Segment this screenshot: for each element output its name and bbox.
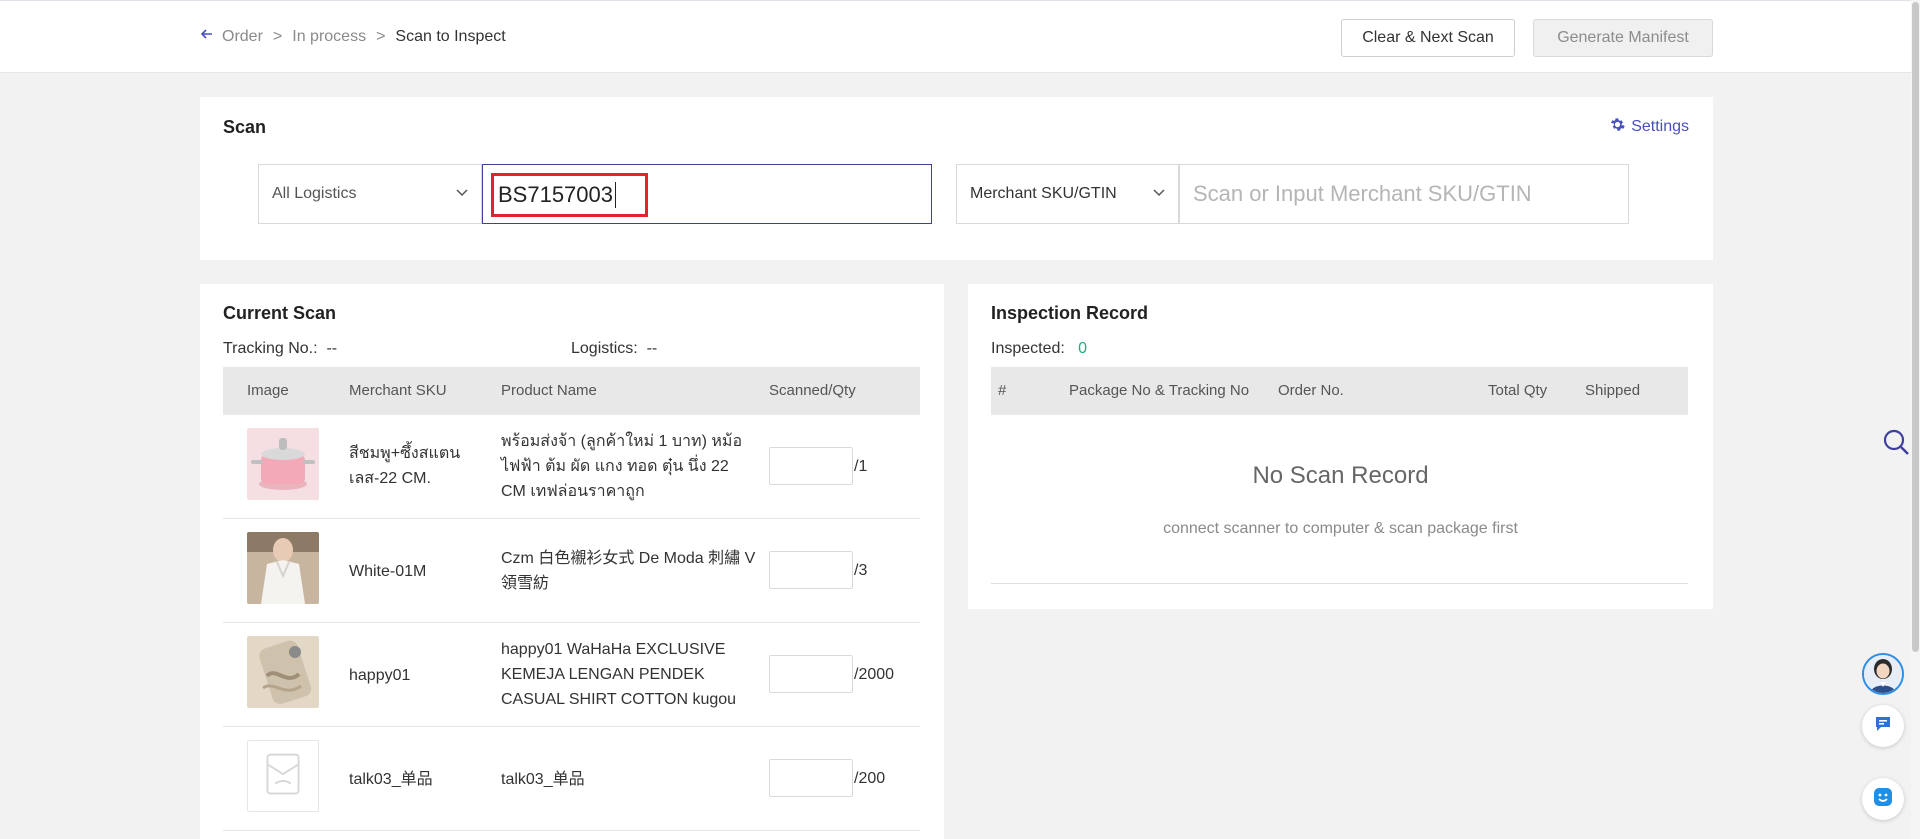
scanned-qty-input[interactable] <box>769 759 853 797</box>
chat-bubble-icon <box>1873 714 1893 739</box>
logistics-label: Logistics: <box>571 340 638 357</box>
search-icon[interactable] <box>1882 428 1910 456</box>
breadcrumb-current: Scan to Inspect <box>395 27 506 45</box>
gear-icon <box>1610 117 1625 137</box>
row-merchant-sku: happy01 <box>349 667 411 684</box>
logistics-info: Logistics: -- <box>571 340 657 358</box>
column-image: Image <box>247 382 289 399</box>
row-merchant-sku: สีชมพู+ซึ้งสแตนเลส-22 CM. <box>349 445 461 487</box>
inspection-record-title: Inspection Record <box>991 303 1149 323</box>
top-bar: Order > In process > Scan to Inspect Cle… <box>0 0 1920 73</box>
breadcrumb: Order > In process > Scan to Inspect <box>200 27 506 46</box>
current-scan-title: Current Scan <box>223 303 337 323</box>
column-shipped: Shipped <box>1585 382 1641 399</box>
row-total-qty: /3 <box>854 562 868 579</box>
settings-link[interactable]: Settings <box>1610 117 1689 137</box>
divider <box>991 583 1688 584</box>
table-row: สีชมพู+ซึ้งสแตนเลส-22 CM. พร้อมส่งจ้า (ล… <box>223 415 920 519</box>
row-total-qty: /200 <box>854 770 886 787</box>
scan-title: Scan <box>223 117 267 137</box>
breadcrumb-order[interactable]: Order <box>222 28 263 46</box>
column-product-name: Product Name <box>501 382 597 399</box>
feedback-button[interactable] <box>1862 778 1904 820</box>
generate-manifest-button[interactable]: Generate Manifest <box>1533 19 1713 57</box>
scanned-qty-input[interactable] <box>769 551 853 589</box>
table-row: White-01M Czm 白色襯衫女式 De Moda 刺繡 V 領雪紡 /3 <box>223 519 920 623</box>
row-merchant-sku: White-01M <box>349 563 427 580</box>
tracking-input-highlight: BS7157003 <box>491 173 648 217</box>
inspection-record-panel: Inspection Record Inspected: 0 # Package… <box>968 284 1713 609</box>
scanned-qty-input[interactable] <box>769 447 853 485</box>
row-total-qty: /1 <box>854 458 868 475</box>
back-arrow-icon[interactable] <box>200 27 214 46</box>
row-total-qty: /2000 <box>854 666 895 683</box>
logistics-select[interactable]: All Logistics <box>258 164 482 224</box>
product-image-white-shirt <box>247 532 319 604</box>
row-product-name: Czm 白色襯衫女式 De Moda 刺繡 V 領雪紡 <box>501 550 756 592</box>
inspected-label: Inspected: <box>991 340 1065 357</box>
breadcrumb-separator: > <box>272 27 283 45</box>
product-image-phone-case <box>247 636 319 708</box>
no-image-placeholder-icon <box>247 740 319 812</box>
tracking-info: Tracking No.: -- <box>223 340 337 358</box>
column-scanned-qty: Scanned/Qty <box>769 382 856 399</box>
column-total-qty: Total Qty <box>1488 382 1548 399</box>
tracking-input[interactable]: BS7157003 <box>482 164 932 224</box>
tracking-value: -- <box>326 340 338 357</box>
text-caret <box>615 182 616 208</box>
chevron-down-icon <box>1153 189 1165 197</box>
column-merchant-sku: Merchant SKU <box>349 382 447 399</box>
column-order-no: Order No. <box>1278 382 1344 399</box>
inspected-info: Inspected: 0 <box>991 340 1087 358</box>
current-scan-table-header: Image Merchant SKU Product Name Scanned/… <box>223 367 920 415</box>
empty-state-subtitle: connect scanner to computer & scan packa… <box>1163 520 1518 537</box>
row-product-name: talk03_单品 <box>501 771 585 788</box>
row-product-name: พร้อมส่งจ้า (ลูกค้าใหม่ 1 บาท) หม้อไฟฟ้า… <box>501 433 743 500</box>
inspection-table-header: # Package No & Tracking No Order No. Tot… <box>991 367 1688 415</box>
scan-panel: Scan Settings All Logistics BS7157003 Me… <box>200 97 1713 260</box>
support-avatar[interactable] <box>1862 653 1904 695</box>
logistics-select-value: All Logistics <box>272 185 357 202</box>
scanned-qty-input[interactable] <box>769 655 853 693</box>
row-merchant-sku: talk03_单品 <box>349 771 433 788</box>
sku-type-select[interactable]: Merchant SKU/GTIN <box>956 164 1179 224</box>
tracking-label: Tracking No.: <box>223 340 318 357</box>
table-row: happy01 happy01 WaHaHa EXCLUSIVE KEMEJA … <box>223 623 920 727</box>
clear-next-scan-button[interactable]: Clear & Next Scan <box>1341 19 1515 57</box>
sku-input-placeholder: Scan or Input Merchant SKU/GTIN <box>1193 181 1532 206</box>
breadcrumb-in-process[interactable]: In process <box>292 28 366 46</box>
settings-label: Settings <box>1631 118 1689 135</box>
smile-face-icon <box>1872 786 1894 813</box>
current-scan-panel: Current Scan Tracking No.: -- Logistics:… <box>200 284 944 839</box>
row-product-name: happy01 WaHaHa EXCLUSIVE KEMEJA LENGAN P… <box>501 641 737 708</box>
breadcrumb-separator: > <box>376 27 386 45</box>
logistics-value: -- <box>646 340 658 357</box>
chevron-down-icon <box>456 189 468 197</box>
page-scrollbar[interactable] <box>1911 0 1920 839</box>
column-index: # <box>998 382 1007 399</box>
inspected-count: 0 <box>1078 340 1088 357</box>
chat-message-button[interactable] <box>1862 705 1904 747</box>
product-image-pink-pot <box>247 428 319 500</box>
scrollbar-thumb[interactable] <box>1912 2 1919 652</box>
column-package-tracking: Package No & Tracking No <box>1069 382 1250 399</box>
empty-state-title: No Scan Record <box>1252 462 1429 489</box>
sku-input[interactable]: Scan or Input Merchant SKU/GTIN <box>1179 164 1629 224</box>
sku-type-select-value: Merchant SKU/GTIN <box>970 185 1117 202</box>
tracking-input-value: BS7157003 <box>498 182 613 207</box>
table-row: talk03_单品 talk03_单品 /200 <box>223 727 920 831</box>
